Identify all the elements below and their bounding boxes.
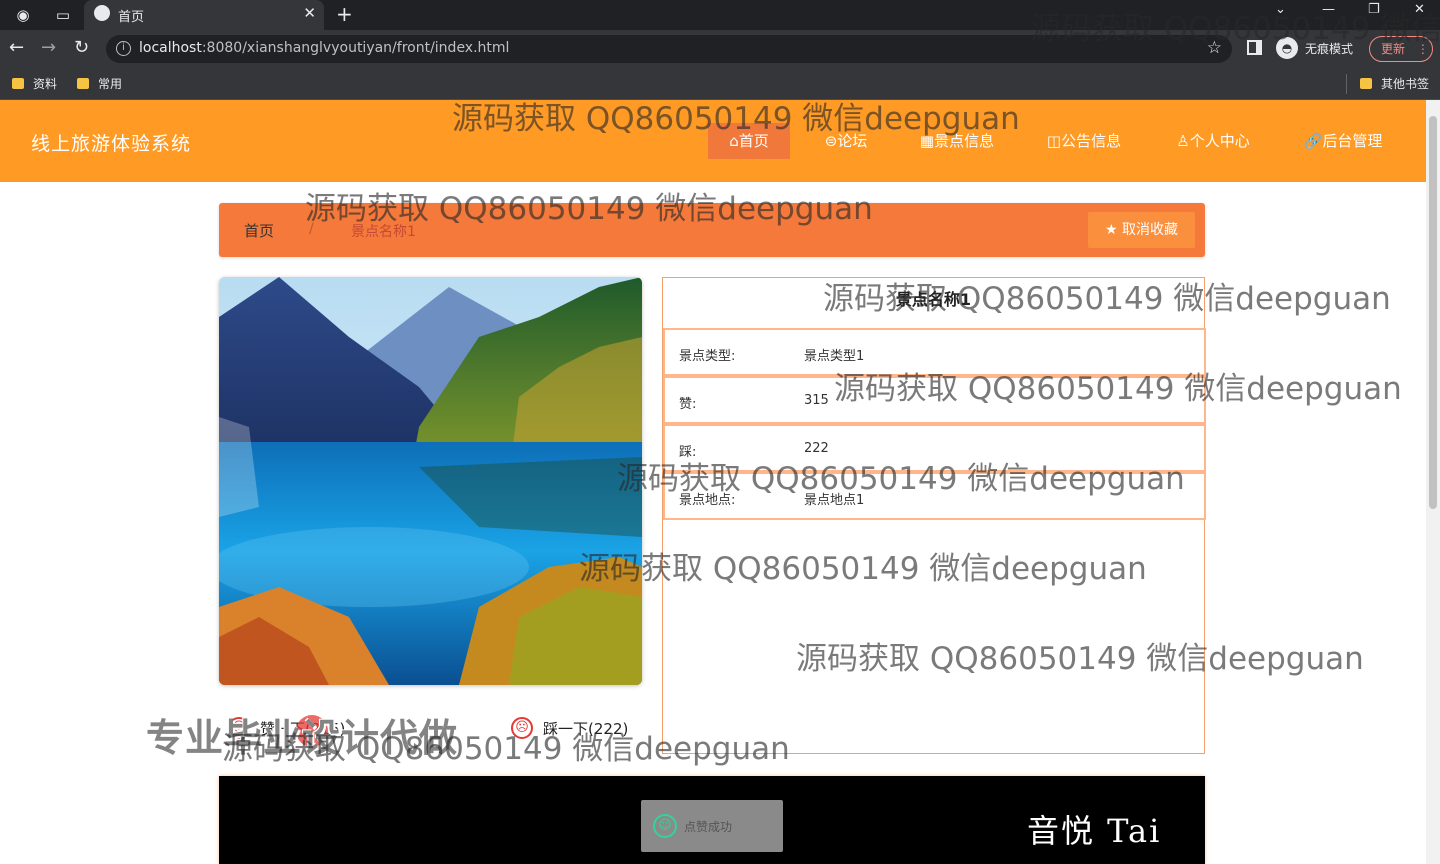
dislike-label: 踩一下(222)	[543, 719, 629, 738]
forward-icon[interactable]: →	[41, 37, 56, 58]
folder-icon	[77, 78, 89, 89]
detail-value: 景点类型1	[804, 349, 865, 364]
tab-title: 首页	[118, 10, 145, 25]
nav-announcements[interactable]: ◫公告信息	[1028, 123, 1140, 159]
globe-icon	[94, 5, 110, 21]
detail-label: 赞:	[679, 397, 697, 412]
folder-icon	[12, 78, 24, 89]
unfavorite-label: 取消收藏	[1122, 222, 1178, 238]
restore-icon[interactable]: ❐	[1368, 2, 1380, 17]
bookmarks-divider	[1346, 74, 1347, 94]
bookmark-label: 资料	[33, 77, 58, 91]
new-tab-icon[interactable]: +	[336, 2, 353, 26]
close-tab-icon[interactable]: ✕	[303, 4, 316, 22]
update-label: 更新	[1381, 42, 1406, 56]
minimize-icon[interactable]: —	[1322, 2, 1335, 17]
address-bar[interactable]: i localhost:8080/xianshanglvyoutiyan/fro…	[106, 35, 1232, 63]
chevron-down-icon[interactable]: ⌄	[1275, 2, 1286, 17]
nav-personal-center[interactable]: ♙个人中心	[1158, 123, 1268, 159]
success-toast: ☺ 点赞成功	[641, 800, 783, 852]
detail-value: 222	[804, 441, 829, 456]
bookmark-star-icon[interactable]: ☆	[1207, 38, 1222, 58]
back-icon[interactable]: ←	[9, 37, 24, 58]
site-info-icon[interactable]: i	[116, 41, 131, 56]
smile-icon: ☺	[653, 814, 677, 838]
folder-icon	[1360, 78, 1372, 89]
incognito-label: 无痕模式	[1305, 41, 1354, 56]
frown-icon: ☹	[511, 717, 533, 739]
breadcrumb-current: 景点名称1	[351, 224, 416, 240]
bookmark-folder-ziliao[interactable]: 资料	[12, 75, 57, 92]
incognito-icon: ◓	[1276, 37, 1298, 59]
more-menu-icon: ⋮	[1416, 42, 1429, 56]
nav-forum[interactable]: ⊜论坛	[806, 123, 886, 159]
page-scrollbar[interactable]	[1426, 100, 1440, 864]
side-panel-icon[interactable]	[1247, 40, 1262, 55]
url-text: localhost:8080/xianshanglvyoutiyan/front…	[139, 40, 509, 56]
update-button[interactable]: 更新 ⋮	[1369, 36, 1433, 62]
reload-icon[interactable]: ↻	[74, 37, 89, 58]
url-host: localhost	[139, 40, 202, 56]
breadcrumb-home[interactable]: 首页	[244, 220, 274, 241]
browser-menu-icon[interactable]: ◉	[12, 4, 34, 26]
detail-label: 踩:	[679, 445, 697, 460]
detail-row-likes: 赞: 315	[663, 376, 1206, 424]
close-window-icon[interactable]: ✕	[1414, 2, 1425, 17]
nav-attractions[interactable]: ▦景点信息	[902, 123, 1012, 159]
breadcrumb: 首页 / 景点名称1 ★ 取消收藏	[219, 203, 1205, 257]
other-bookmarks-label: 其他书签	[1381, 77, 1430, 91]
detail-value: 315	[804, 393, 829, 408]
nav-home[interactable]: ⌂首页	[708, 123, 790, 159]
site-title[interactable]: 线上旅游体验系统	[31, 129, 191, 156]
browser-tab-bar: ◉ ▭ 首页 ✕ + ⌄ — ❐ ✕	[0, 0, 1440, 30]
bookmark-folder-changyong[interactable]: 常用	[77, 75, 122, 92]
bookmark-label: 常用	[98, 77, 123, 91]
breadcrumb-separator: /	[309, 221, 314, 237]
attraction-name: 景点名称1	[895, 290, 972, 309]
detail-row-location: 景点地点: 景点地点1	[663, 472, 1206, 520]
star-icon: ★	[1104, 222, 1118, 238]
nav-admin[interactable]: 🔗后台管理	[1288, 123, 1398, 159]
unfavorite-button[interactable]: ★ 取消收藏	[1088, 212, 1195, 248]
site-header: 线上旅游体验系统 ⌂首页 ⊜论坛 ▦景点信息 ◫公告信息 ♙个人中心 🔗后台管理	[0, 100, 1426, 182]
attraction-photo[interactable]	[219, 277, 642, 685]
lake-landscape-image	[219, 277, 642, 685]
attraction-detail-panel: 景点名称1 景点类型: 景点类型1 赞: 315 踩: 222 景点地点: 景点…	[662, 277, 1206, 754]
promo-overlay-text: 专业毕业设计代做	[146, 716, 459, 760]
browser-toolbar: ← → ↻ i localhost:8080/xianshanglvyoutiy…	[0, 30, 1440, 68]
detail-row-type: 景点类型: 景点类型1	[663, 328, 1206, 376]
scrollbar-thumb[interactable]	[1429, 116, 1437, 509]
dislike-button[interactable]: ☹ 踩一下(222)	[511, 717, 628, 739]
detail-value: 景点地点1	[804, 493, 865, 508]
toast-message: 点赞成功	[684, 820, 733, 834]
detail-label: 景点地点:	[679, 493, 736, 508]
bookmarks-bar: 资料 常用 其他书签	[0, 68, 1440, 100]
incognito-indicator[interactable]: ◓ 无痕模式	[1276, 37, 1353, 59]
url-path: :8080/xianshanglvyoutiyan/front/index.ht…	[201, 40, 510, 56]
other-bookmarks[interactable]: 其他书签	[1360, 75, 1429, 92]
detail-label: 景点类型:	[679, 349, 736, 364]
detail-row-dislikes: 踩: 222	[663, 424, 1206, 472]
browser-tab[interactable]: 首页 ✕	[84, 0, 324, 30]
video-brand-logo: 音悦 Tai	[1027, 812, 1162, 850]
tab-search-icon[interactable]: ▭	[52, 4, 74, 26]
